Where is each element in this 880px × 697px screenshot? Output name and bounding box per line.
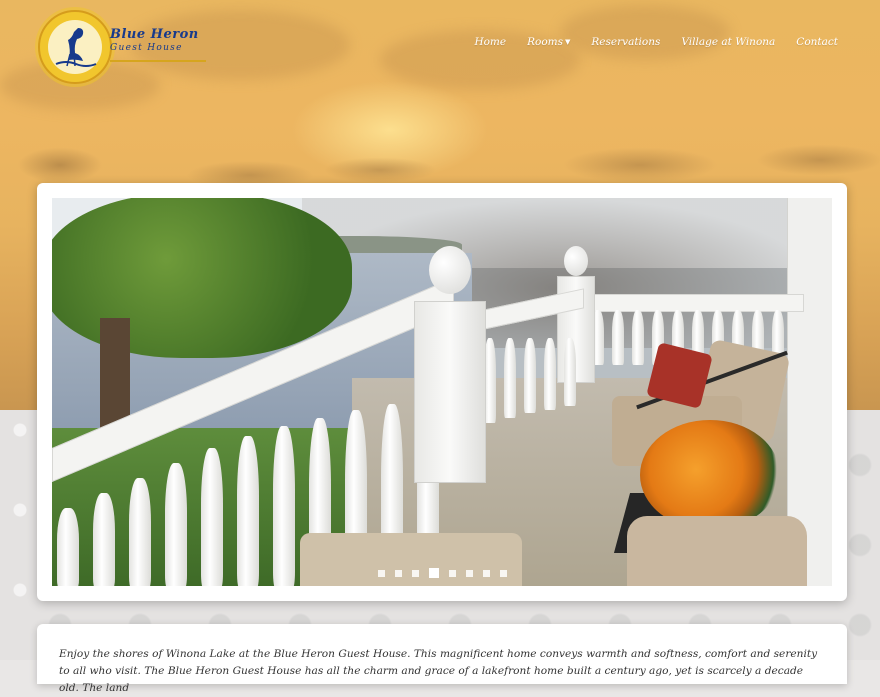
nav-village[interactable]: Village at Winona bbox=[681, 36, 775, 48]
slider-dot[interactable] bbox=[411, 569, 419, 577]
logo-badge bbox=[38, 10, 112, 84]
slider-dot[interactable] bbox=[482, 569, 490, 577]
brand-subtitle: Guest House bbox=[110, 43, 183, 53]
slider-dot[interactable] bbox=[448, 569, 456, 577]
nav-contact[interactable]: Contact bbox=[796, 36, 838, 48]
image-slider bbox=[37, 183, 847, 601]
brand-name: Blue Heron bbox=[110, 27, 199, 42]
slider-dot[interactable] bbox=[499, 569, 507, 577]
slider-indicators bbox=[52, 568, 832, 578]
heron-icon bbox=[55, 28, 97, 67]
intro-paragraph: Enjoy the shores of Winona Lake at the B… bbox=[59, 647, 818, 694]
intro-section: Enjoy the shores of Winona Lake at the B… bbox=[37, 624, 847, 694]
slide-image[interactable] bbox=[52, 198, 832, 586]
slider-dot[interactable] bbox=[428, 568, 439, 578]
chevron-down-icon: ▼ bbox=[565, 38, 571, 46]
site-logo[interactable]: Blue Heron Guest House bbox=[38, 10, 208, 84]
slider-dot[interactable] bbox=[465, 569, 473, 577]
nav-home[interactable]: Home bbox=[474, 36, 506, 48]
main-nav: Home Rooms ▼ Reservations Village at Wino… bbox=[474, 36, 838, 48]
slider-dot[interactable] bbox=[394, 569, 402, 577]
nav-reservations[interactable]: Reservations bbox=[591, 36, 660, 48]
nav-rooms[interactable]: Rooms ▼ bbox=[527, 36, 570, 48]
slider-dot[interactable] bbox=[377, 569, 385, 577]
nav-rooms-label: Rooms bbox=[527, 36, 564, 48]
